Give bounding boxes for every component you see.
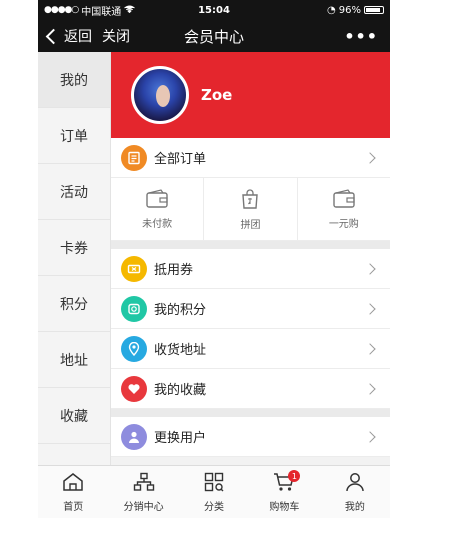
carrier-label: 中国联通 — [81, 6, 122, 18]
chevron-right-icon — [364, 430, 376, 443]
coupon-icon — [121, 255, 147, 282]
alarm-icon: ◔ — [327, 4, 336, 16]
phone-screen: ●●●●○ 中国联通 15:04 ◔ 96% 返回 关闭 会员中心 ••• 我的… — [38, 0, 390, 518]
order-status-one-yuan[interactable]: 一元购 — [298, 178, 390, 240]
side-item-address[interactable]: 地址 — [38, 332, 110, 388]
favorites-row[interactable]: 我的收藏 — [111, 369, 390, 409]
order-status-unpaid[interactable]: 未付款 — [111, 178, 205, 240]
chevron-right-icon — [364, 262, 376, 275]
nav-bar: 返回 关闭 会员中心 ••• — [38, 20, 390, 52]
tab-label: 分销中心 — [123, 501, 164, 513]
points-row[interactable]: 我的积分 — [111, 289, 390, 329]
status-time: 15:04 — [198, 4, 230, 16]
main-content: Zoe 全部订单 未付款 拼团 一元购 抵用券 我的积分 收货地址 我的收藏 更… — [111, 52, 390, 466]
tab-label: 首页 — [63, 501, 84, 513]
back-button[interactable]: 返回 — [38, 26, 92, 46]
wifi-icon — [124, 5, 136, 16]
section-divider — [111, 409, 390, 417]
tab-label: 购物车 — [269, 501, 300, 513]
points-icon — [121, 295, 147, 322]
signal-icon: ●●●●○ — [44, 5, 79, 15]
tab-bar: 首页 分销中心 分类 1 购物车 我的 — [38, 465, 390, 518]
points-label: 我的积分 — [154, 303, 207, 318]
side-item-activities[interactable]: 活动 — [38, 164, 110, 220]
cart-badge: 1 — [288, 470, 301, 482]
user-icon — [121, 423, 147, 450]
side-item-coupons[interactable]: 卡券 — [38, 220, 110, 276]
order-status-label: 一元购 — [328, 218, 359, 230]
order-list-icon — [121, 144, 147, 171]
avatar[interactable] — [131, 66, 189, 124]
switch-user-row[interactable]: 更换用户 — [111, 417, 390, 457]
profile-icon — [344, 472, 366, 495]
category-icon — [203, 472, 225, 495]
side-item-orders[interactable]: 订单 — [38, 108, 110, 164]
tab-mine[interactable]: 我的 — [320, 466, 390, 518]
chevron-right-icon — [364, 342, 376, 355]
side-item-mine[interactable]: 我的 — [38, 52, 110, 108]
tab-home[interactable]: 首页 — [38, 466, 108, 518]
tab-label: 我的 — [344, 501, 365, 513]
close-button[interactable]: 关闭 — [102, 26, 130, 46]
side-item-points[interactable]: 积分 — [38, 276, 110, 332]
chevron-right-icon — [364, 382, 376, 395]
status-bar: ●●●●○ 中国联通 15:04 ◔ 96% — [38, 0, 390, 20]
all-orders-row[interactable]: 全部订单 — [111, 138, 390, 178]
tab-cart[interactable]: 1 购物车 — [249, 466, 319, 518]
order-status-group-buy[interactable]: 拼团 — [204, 178, 298, 240]
location-pin-icon — [121, 335, 147, 362]
profile-header: Zoe — [111, 52, 390, 138]
order-status-label: 拼团 — [240, 219, 261, 231]
tab-category[interactable]: 分类 — [179, 466, 249, 518]
battery-label: 96% — [338, 4, 361, 16]
back-label: 返回 — [64, 29, 92, 45]
favorites-label: 我的收藏 — [154, 383, 207, 398]
tab-distribution[interactable]: 分销中心 — [108, 466, 178, 518]
coupon-row[interactable]: 抵用券 — [111, 249, 390, 289]
order-status-bar: 未付款 拼团 一元购 — [111, 178, 390, 241]
distribution-icon — [133, 472, 155, 495]
section-divider — [111, 241, 390, 249]
side-menu: 我的 订单 活动 卡券 积分 地址 收藏 — [38, 52, 111, 466]
side-item-favorites[interactable]: 收藏 — [38, 388, 110, 444]
username: Zoe — [201, 86, 233, 104]
chevron-right-icon — [364, 151, 376, 164]
wallet-icon — [332, 188, 356, 212]
wallet-icon — [145, 188, 169, 212]
tab-label: 分类 — [204, 501, 225, 513]
heart-icon — [121, 375, 147, 402]
switch-user-label: 更换用户 — [154, 431, 207, 446]
address-label: 收货地址 — [154, 343, 207, 358]
more-icon[interactable]: ••• — [344, 27, 378, 46]
battery-icon — [364, 6, 384, 14]
coupon-label: 抵用券 — [154, 263, 194, 278]
order-status-label: 未付款 — [142, 218, 173, 230]
chevron-right-icon — [364, 302, 376, 315]
home-icon — [62, 472, 84, 495]
chevron-left-icon — [45, 28, 62, 44]
address-row[interactable]: 收货地址 — [111, 329, 390, 369]
all-orders-label: 全部订单 — [154, 152, 207, 167]
shopping-bag-icon — [239, 188, 261, 213]
